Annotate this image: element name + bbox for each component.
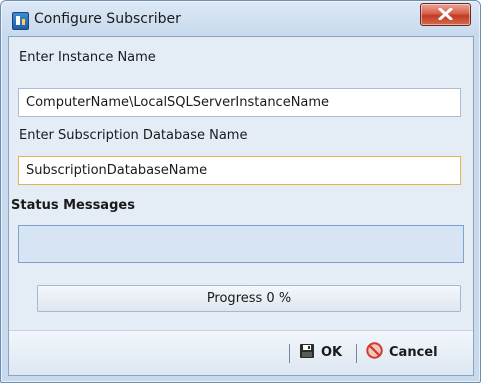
progress-bar: Progress 0 %: [37, 285, 461, 312]
instance-name-label: Enter Instance Name: [19, 50, 156, 65]
cancel-label: Cancel: [389, 345, 438, 360]
title-bar[interactable]: Configure Subscriber: [1, 1, 480, 35]
footer-separator: [289, 344, 290, 363]
subscription-db-label: Enter Subscription Database Name: [19, 128, 248, 143]
cancel-no-icon: [366, 342, 383, 363]
status-messages-box: [18, 225, 464, 263]
cancel-button[interactable]: Cancel: [366, 340, 438, 365]
close-button[interactable]: [420, 3, 471, 26]
dialog-footer: OK Cancel: [9, 330, 473, 375]
subscription-db-input[interactable]: SubscriptionDatabaseName: [18, 156, 461, 185]
window-title: Configure Subscriber: [34, 11, 181, 27]
dialog-client-area: Enter Instance Name ComputerName\LocalSQ…: [8, 36, 474, 376]
ok-label: OK: [321, 345, 343, 360]
ok-button[interactable]: OK: [299, 340, 342, 365]
footer-separator: [356, 344, 357, 363]
form-panel: Enter Instance Name ComputerName\LocalSQ…: [9, 37, 473, 330]
save-floppy-icon: [299, 343, 315, 363]
close-x-icon: [438, 8, 453, 20]
status-messages-label: Status Messages: [11, 198, 135, 213]
sql-server-icon: [12, 12, 29, 30]
configure-subscriber-dialog: Configure Subscriber Enter Instance Name…: [0, 0, 481, 383]
instance-name-input[interactable]: ComputerName\LocalSQLServerInstanceName: [18, 88, 461, 117]
